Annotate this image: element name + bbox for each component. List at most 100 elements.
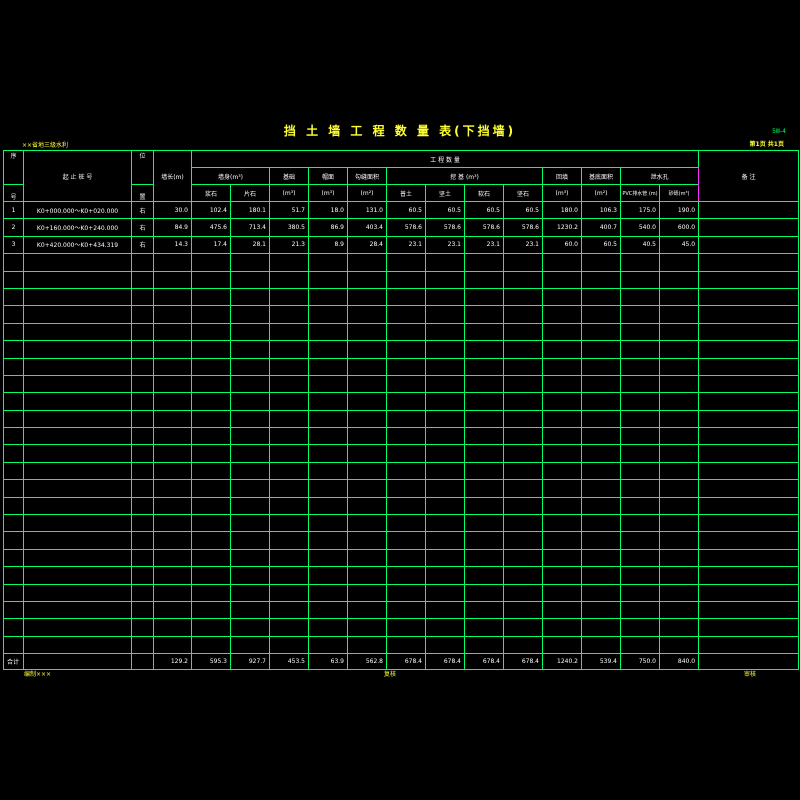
value-cell: 840.0 [658, 653, 700, 671]
value-cell [153, 461, 192, 481]
position-cell [131, 305, 154, 324]
value-cell: 30.0 [153, 200, 192, 220]
seq-cell: 1 [3, 200, 24, 220]
value-cell [658, 461, 700, 481]
station-cell [23, 496, 132, 516]
remark-cell [698, 635, 799, 655]
value-cell [347, 635, 387, 655]
wall-body-header: 墙身(m³) [191, 167, 270, 185]
seq-header-top: 序 [3, 150, 24, 185]
value-cell [425, 287, 465, 307]
value-cell [581, 600, 621, 620]
remark-cell [698, 531, 799, 550]
value-cell [581, 322, 621, 342]
value-cell [230, 322, 270, 342]
value-cell [347, 548, 387, 568]
value-cell [230, 287, 270, 307]
value-cell [542, 287, 582, 307]
reviewer-label: 审核 [744, 671, 757, 678]
value-cell [503, 340, 543, 359]
value-cell [620, 322, 660, 342]
table-row [3, 600, 799, 620]
position-cell [131, 548, 154, 568]
company-name: ××省地三级水利 [22, 142, 69, 149]
value-cell [230, 461, 270, 481]
value-cell [308, 444, 348, 463]
value-cell [230, 531, 270, 550]
value-cell [542, 600, 582, 620]
value-cell [230, 514, 270, 533]
table-row: 2 K0+160.000～K0+240.000 右 84.9 475.6 713.4 380… [3, 218, 799, 237]
quantity-table: 序 起 止 桩 号 位 墙长(m) 工 程 数 量 备 注 墙身(m³) 基础 … [3, 150, 799, 671]
value-cell [542, 444, 582, 463]
value-cell [347, 427, 387, 446]
value-cell [153, 514, 192, 533]
value-cell [425, 496, 465, 516]
value-cell [581, 514, 621, 533]
value-cell [347, 322, 387, 342]
seq-cell [3, 374, 24, 394]
remark-cell [698, 496, 799, 516]
value-cell [581, 340, 621, 359]
value-cell [425, 444, 465, 463]
value-cell [347, 514, 387, 533]
value-cell [464, 427, 504, 446]
station-cell [23, 600, 132, 620]
value-cell [153, 270, 192, 289]
value-cell: 180.0 [542, 200, 582, 220]
value-cell [386, 305, 426, 324]
value-cell [347, 392, 387, 411]
station-cell [23, 635, 132, 655]
position-cell: 右 [131, 218, 154, 237]
station-cell [23, 374, 132, 394]
value-cell [464, 479, 504, 498]
value-cell [464, 444, 504, 463]
value-cell [269, 496, 309, 516]
value-cell [620, 618, 660, 637]
value-cell [191, 340, 231, 359]
value-cell [464, 253, 504, 272]
seq-cell: 3 [3, 235, 24, 255]
sheet-code: 5Ⅲ-4 [772, 128, 786, 135]
value-cell: 713.4 [230, 218, 270, 237]
value-cell [308, 496, 348, 516]
value-cell [386, 444, 426, 463]
value-cell [269, 340, 309, 359]
value-cell [464, 635, 504, 655]
value-cell [464, 461, 504, 481]
station-cell [23, 444, 132, 463]
value-cell [620, 548, 660, 568]
table-row: 3 K0+420.000～K0+434.319 右 14.3 17.4 28.1 21.3 8… [3, 235, 799, 255]
value-cell [620, 479, 660, 498]
value-cell [542, 566, 582, 585]
total-label: 合计 [3, 653, 24, 671]
value-cell [581, 583, 621, 602]
station-cell [23, 322, 132, 342]
value-cell [503, 635, 543, 655]
value-cell [503, 583, 543, 602]
station-cell: K0+420.000～K0+434.319 [23, 235, 132, 255]
value-cell [658, 357, 700, 376]
position-cell [131, 566, 154, 585]
remark-cell [698, 600, 799, 620]
value-cell: 45.0 [658, 235, 700, 255]
value-cell [581, 305, 621, 324]
remark-cell [698, 566, 799, 585]
quantities-header: 工 程 数 量 [190, 150, 700, 168]
value-cell [620, 600, 660, 620]
station-cell: K0+000.000～K0+020.000 [23, 200, 132, 220]
value-cell: 578.6 [464, 218, 504, 237]
seq-cell [3, 287, 24, 307]
value-cell [269, 479, 309, 498]
value-cell: 578.6 [386, 218, 426, 237]
value-cell [230, 340, 270, 359]
table-row: 1 K0+000.000～K0+020.000 右 30.0 102.4 180.1 51.… [3, 200, 799, 220]
value-cell [581, 409, 621, 429]
area-header: 基底面积 [581, 167, 621, 185]
remark-cell [698, 653, 799, 671]
station-cell [23, 427, 132, 446]
value-cell [269, 409, 309, 429]
value-cell [308, 618, 348, 637]
value-cell [425, 600, 465, 620]
value-cell [230, 427, 270, 446]
